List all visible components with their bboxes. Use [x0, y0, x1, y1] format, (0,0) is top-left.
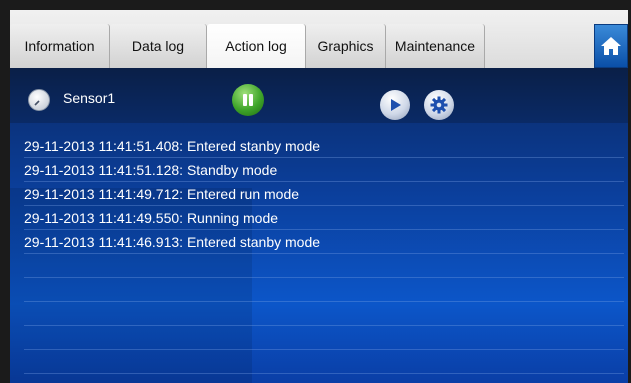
- log-entry: [24, 254, 624, 278]
- device-frame: Information Data log Action log Graphics…: [0, 0, 631, 383]
- action-log-list: 29-11-2013 11:41:51.408: Entered stanby …: [24, 134, 624, 374]
- log-entry: 29-11-2013 11:41:51.128: Standby mode: [24, 158, 624, 182]
- log-entry: 29-11-2013 11:41:49.550: Running mode: [24, 206, 624, 230]
- play-icon: [391, 99, 401, 111]
- pause-icon: [243, 94, 253, 106]
- log-entry: [24, 326, 624, 350]
- tab-information[interactable]: Information: [10, 24, 110, 68]
- pause-button[interactable]: [232, 84, 264, 116]
- tab-data-log[interactable]: Data log: [110, 24, 207, 68]
- log-entry: [24, 350, 624, 374]
- log-entry: [24, 302, 624, 326]
- log-entry: 29-11-2013 11:41:46.913: Entered stanby …: [24, 230, 624, 254]
- log-entry: [24, 278, 624, 302]
- tab-bar: Information Data log Action log Graphics…: [10, 10, 628, 68]
- home-icon: [601, 37, 621, 55]
- play-button[interactable]: [380, 90, 410, 120]
- gauge-icon: [28, 89, 50, 111]
- screen: Information Data log Action log Graphics…: [10, 10, 628, 383]
- log-entry: 29-11-2013 11:41:49.712: Entered run mod…: [24, 182, 624, 206]
- tab-action-log[interactable]: Action log: [207, 24, 306, 68]
- tab-maintenance[interactable]: Maintenance: [386, 24, 485, 68]
- settings-button[interactable]: [424, 90, 454, 120]
- action-log-panel: Sensor1 29-11-2013 11:41:51.408: Entered…: [10, 68, 628, 383]
- log-entry: 29-11-2013 11:41:51.408: Entered stanby …: [24, 134, 624, 158]
- tab-graphics[interactable]: Graphics: [306, 24, 386, 68]
- sensor-toolbar: Sensor1: [10, 68, 628, 123]
- sensor-label: Sensor1: [63, 90, 116, 106]
- home-button[interactable]: [594, 24, 628, 68]
- gear-icon: [430, 96, 448, 114]
